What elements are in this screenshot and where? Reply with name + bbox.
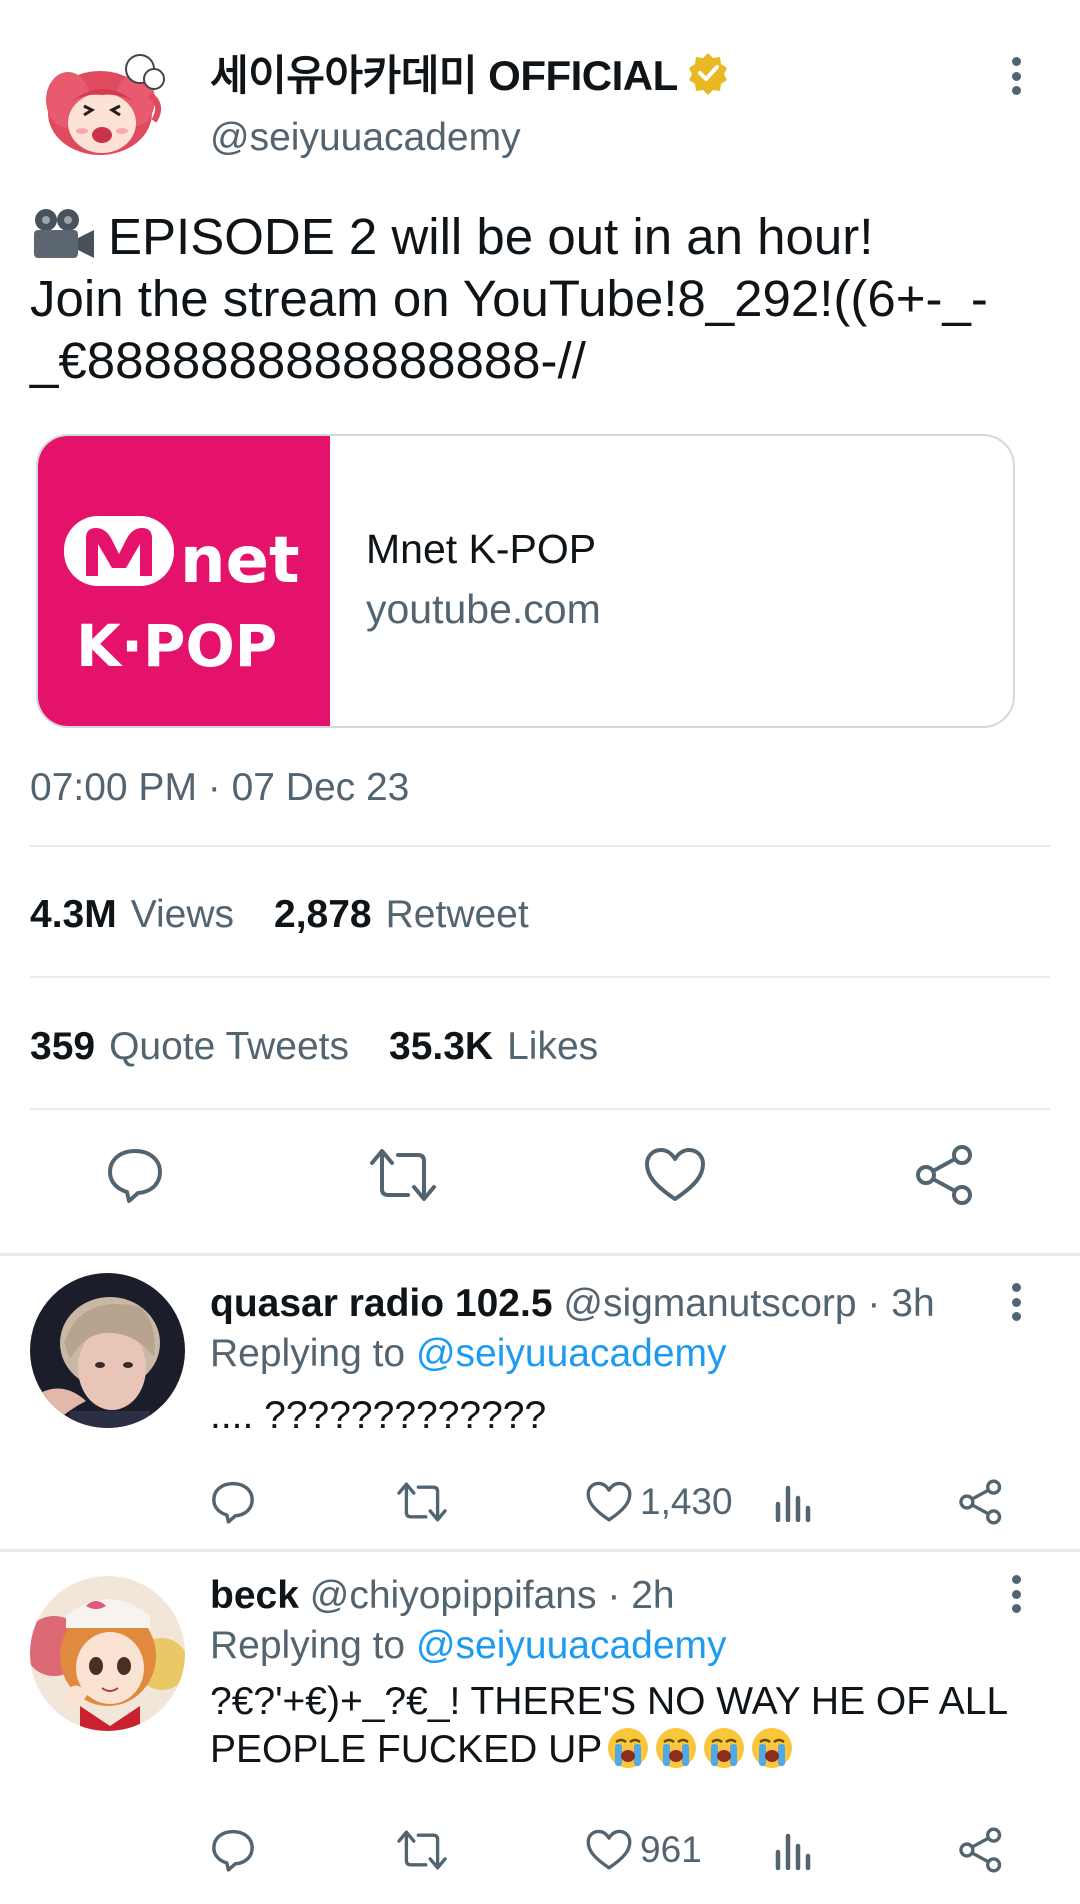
reply-time[interactable]: 2h [631, 1574, 674, 1617]
stats-row-1: 4.3M Views 2,878 Retweet [30, 893, 569, 937]
tweet-body-text: EPISODE 2 will be out in an hour! Join t… [30, 206, 1050, 392]
divider [30, 976, 1050, 978]
like-button[interactable]: 961 [586, 1822, 702, 1878]
tweet-text-line-1: EPISODE 2 will be out in an hour! [108, 208, 874, 265]
analytics-icon[interactable] [774, 1474, 814, 1530]
mnet-logo: net K·POP [64, 516, 300, 680]
replying-to: Replying to @seiyuuacademy [210, 1624, 727, 1668]
replying-to-prefix: Replying to [210, 1624, 406, 1667]
reply-more-icon[interactable] [1001, 1280, 1031, 1324]
like-button[interactable]: 1,430 [586, 1474, 733, 1530]
likes-count: 35.3K [389, 1025, 494, 1068]
reply-dot-separator: · [607, 1574, 621, 1617]
replying-to: Replying to @seiyuuacademy [210, 1332, 727, 1376]
likes-stat[interactable]: 35.3K Likes [389, 1025, 598, 1069]
retweets-label: Retweet [385, 893, 529, 936]
reply-author-name[interactable]: quasar radio 102.5 [210, 1282, 553, 1325]
share-icon[interactable] [910, 1140, 980, 1210]
like-count: 1,430 [640, 1481, 733, 1522]
reply-more-icon[interactable] [1001, 1572, 1031, 1616]
share-icon[interactable] [958, 1474, 1004, 1530]
loudly-crying-face-icon [654, 1726, 698, 1770]
author-handle[interactable]: @seiyuuacademy [210, 116, 521, 160]
divider [30, 1108, 1050, 1110]
tweet-timestamp[interactable]: 07:00 PM · 07 Dec 23 [30, 766, 409, 810]
loudly-crying-face-icon [606, 1726, 650, 1770]
analytics-icon[interactable] [774, 1822, 814, 1878]
replying-to-mention[interactable]: @seiyuuacademy [416, 1332, 727, 1375]
reply-time[interactable]: 3h [891, 1282, 934, 1325]
loudly-crying-face-icon [750, 1726, 794, 1770]
reply-author-name[interactable]: beck [210, 1574, 299, 1617]
like-count: 961 [640, 1829, 702, 1870]
quote-tweets-stat[interactable]: 359 Quote Tweets [30, 1025, 349, 1069]
retweets-stat[interactable]: 2,878 Retweet [274, 893, 529, 937]
card-logo-text: net [180, 524, 300, 598]
author-avatar[interactable] [40, 45, 175, 165]
tweet-text-line: EPISODE 2 will be out in an hour! [30, 206, 1050, 268]
reply-icon[interactable] [210, 1474, 256, 1530]
share-icon[interactable] [958, 1822, 1004, 1878]
author-name-text: 세이유아카데미 OFFICIAL [210, 52, 678, 99]
reply-action-bar: 961 [0, 1822, 1080, 1882]
card-logo-subtext: K·POP [76, 612, 277, 680]
views-stat[interactable]: 4.3M Views [30, 893, 234, 937]
reply-action-bar: 1,430 [0, 1474, 1080, 1534]
like-icon [586, 1829, 632, 1870]
likes-label: Likes [507, 1025, 599, 1068]
reply-icon[interactable] [210, 1822, 256, 1878]
reply-avatar[interactable] [30, 1273, 185, 1428]
replying-to-mention[interactable]: @seiyuuacademy [416, 1624, 727, 1667]
reply-icon[interactable] [100, 1140, 170, 1210]
tweet-action-bar [0, 1140, 1080, 1220]
like-icon[interactable] [640, 1140, 710, 1210]
views-count: 4.3M [30, 893, 117, 936]
card-title: Mnet K-POP [366, 526, 597, 572]
reply-tweet[interactable]: quasar radio 102.5 @sigmanutscorp · 3h R… [0, 1256, 1080, 1548]
reply-author-handle[interactable]: @sigmanutscorp [563, 1282, 856, 1325]
tweet-detail-page: 세이유아카데미 OFFICIAL @seiyuuacademy EPISODE … [0, 0, 1080, 1904]
loudly-crying-face-icon [702, 1726, 746, 1770]
reply-text: .... ????????????? [210, 1392, 1040, 1440]
views-label: Views [130, 893, 235, 936]
card-thumbnail: net K·POP [38, 436, 330, 726]
retweet-icon[interactable] [396, 1822, 448, 1878]
retweet-icon[interactable] [368, 1140, 438, 1210]
reply-author-handle[interactable]: @chiyopippifans [310, 1574, 597, 1617]
replying-to-prefix: Replying to [210, 1332, 406, 1375]
tweet-text-line-3: _€8888888888888888-// [30, 332, 586, 389]
retweet-icon[interactable] [396, 1474, 448, 1530]
reply-header: quasar radio 102.5 @sigmanutscorp · 3h [210, 1282, 935, 1326]
retweets-count: 2,878 [274, 893, 372, 936]
reply-header: beck @chiyopippifans · 2h [210, 1574, 675, 1618]
more-options-icon[interactable] [1001, 54, 1031, 98]
divider [30, 845, 1050, 847]
reply-avatar[interactable] [30, 1576, 185, 1731]
card-domain: youtube.com [366, 586, 601, 632]
reply-text-line-2-text: PEOPLE FUCKED UP [210, 1728, 603, 1771]
reply-tweet[interactable]: beck @chiyopippifans · 2h Replying to @s… [0, 1552, 1080, 1904]
movie-camera-icon [30, 206, 96, 262]
link-preview-card[interactable]: net K·POP Mnet K-POP youtube.com [36, 434, 1015, 728]
verified-badge-icon [686, 51, 730, 95]
tweet-text-line-2: Join the stream on YouTube!8_292!((6+-_- [30, 270, 988, 327]
tweet-header: 세이유아카데미 OFFICIAL @seiyuuacademy [0, 0, 1080, 180]
quote-tweets-label: Quote Tweets [109, 1025, 350, 1068]
quote-tweets-count: 359 [30, 1025, 96, 1068]
reply-text: ?€?'+€)+_?€_! THERE'S NO WAY HE OF ALL P… [210, 1678, 1040, 1774]
reply-dot-separator: · [867, 1282, 881, 1325]
reply-text-line-2: PEOPLE FUCKED UP [210, 1726, 1040, 1774]
author-name[interactable]: 세이유아카데미 OFFICIAL [210, 42, 730, 103]
reply-text-line: .... ????????????? [210, 1394, 547, 1437]
like-icon [586, 1481, 632, 1522]
stats-row-2: 359 Quote Tweets 35.3K Likes [30, 1025, 638, 1069]
reply-text-line-1: ?€?'+€)+_?€_! THERE'S NO WAY HE OF ALL [210, 1680, 1009, 1723]
